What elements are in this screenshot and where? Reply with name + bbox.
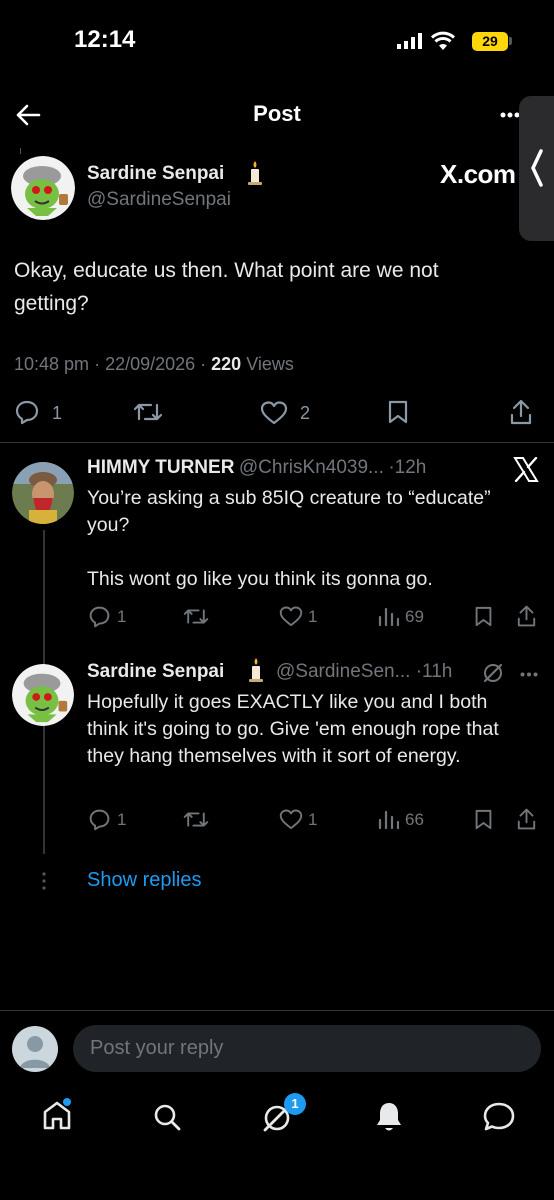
reply-text: You’re asking a sub 85IQ creature to “ed… <box>87 485 537 593</box>
reply-age-separator: · <box>410 661 423 682</box>
like-count: 1 <box>308 810 318 829</box>
battery-tip <box>509 37 512 45</box>
avatar[interactable] <box>12 1026 58 1072</box>
reply-author-name[interactable]: Sardine Senpai <box>87 661 224 682</box>
author-handle[interactable]: @SardineSenpai <box>87 189 231 211</box>
like-count: 2 <box>300 403 311 423</box>
share-button[interactable] <box>516 604 537 628</box>
repost-button[interactable] <box>183 605 209 628</box>
reply-text: Hopefully it goes EXACTLY like you and I… <box>87 689 527 770</box>
avatar[interactable] <box>12 462 74 524</box>
status-time: 12:14 <box>74 26 136 53</box>
reply-button[interactable] <box>88 808 111 831</box>
repost-button[interactable] <box>183 808 209 831</box>
reply-age: 11h <box>422 661 453 682</box>
notifications-bell-icon[interactable] <box>374 1100 404 1134</box>
repost-button[interactable] <box>133 399 163 425</box>
divider <box>0 442 554 443</box>
reply-button[interactable] <box>88 605 111 628</box>
avatar[interactable] <box>11 156 75 220</box>
reply-count: 1 <box>117 607 127 626</box>
post-text: Okay, educate us then. What point are we… <box>14 259 439 315</box>
reply-input[interactable]: Post your reply <box>73 1025 541 1072</box>
search-icon[interactable] <box>152 1102 182 1132</box>
share-button[interactable] <box>516 807 537 831</box>
like-button[interactable] <box>279 808 303 831</box>
views-count: 66 <box>405 810 424 829</box>
show-replies-link[interactable]: Show replies <box>87 869 202 892</box>
grok-icon[interactable] <box>482 662 504 684</box>
views-count: 220 <box>211 354 242 374</box>
bookmark-button[interactable] <box>474 808 493 831</box>
more-options-icon[interactable] <box>520 672 538 677</box>
reply-header: Sardine Senpai <box>87 661 224 683</box>
reply-header: HIMMY TURNER @ChrisKn4039... ·12h <box>87 457 426 479</box>
post-meta: 10:48 pm · 22/09/2026 · 220 Views <box>14 354 294 374</box>
bookmark-button[interactable] <box>474 605 493 628</box>
reply-paragraph: Hopefully it goes EXACTLY like you and I… <box>87 691 499 767</box>
bookmark-button[interactable] <box>387 399 409 425</box>
views-label: Views <box>246 354 294 374</box>
views-icon[interactable] <box>377 809 399 829</box>
reply-paragraph: You’re asking a sub 85IQ creature to “ed… <box>87 487 491 536</box>
share-button[interactable] <box>509 398 533 426</box>
x-logo-icon[interactable] <box>513 457 539 482</box>
source-label: X.com <box>440 159 516 189</box>
reply-count: 1 <box>117 810 127 829</box>
wifi-icon <box>430 31 456 51</box>
reply-author-handle[interactable]: @SardineSen... <box>276 661 410 682</box>
reply-button[interactable] <box>14 399 40 425</box>
reply-author-name[interactable]: HIMMY TURNER <box>87 457 234 478</box>
reply-handle-group: @SardineSen... ·11h <box>276 661 452 683</box>
reply-age: 12h <box>394 457 427 478</box>
views-count: 69 <box>405 607 424 626</box>
thread-dots-icon <box>41 872 47 890</box>
composer-divider <box>0 1010 554 1011</box>
views-icon[interactable] <box>377 606 399 626</box>
like-button[interactable] <box>279 605 303 628</box>
author-name[interactable]: Sardine Senpai <box>87 163 224 185</box>
reply-paragraph: This wont go like you think its gonna go… <box>87 568 433 590</box>
candle-icon <box>245 160 265 186</box>
avatar[interactable] <box>12 664 74 726</box>
post-date: 22/09/2026 <box>105 354 196 374</box>
cellular-signal-icon <box>397 33 423 49</box>
page-title: Post <box>253 101 301 126</box>
battery-indicator: 29 <box>472 32 508 51</box>
like-count: 1 <box>308 607 318 626</box>
messages-icon[interactable] <box>482 1101 516 1133</box>
reply-author-handle[interactable]: @ChrisKn4039... <box>239 457 384 478</box>
side-panel-tab[interactable] <box>519 96 554 241</box>
thread-dot <box>20 148 21 154</box>
more-options-icon[interactable] <box>500 112 520 118</box>
candle-icon <box>246 657 266 683</box>
reply-count: 1 <box>52 403 63 423</box>
notification-badge: 1 <box>284 1093 306 1115</box>
post-time: 10:48 pm <box>14 354 90 374</box>
home-icon[interactable] <box>41 1098 73 1132</box>
like-button[interactable] <box>260 400 288 426</box>
